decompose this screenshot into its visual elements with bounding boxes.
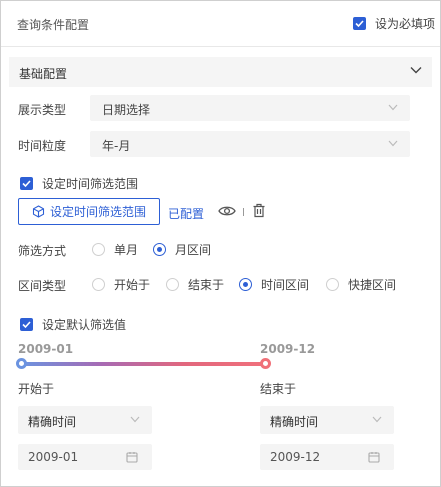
interval-option-time-range[interactable]: 时间区间 [239, 276, 309, 293]
radio-label: 结束于 [188, 278, 225, 292]
chevron-down-icon [372, 416, 382, 423]
interval-option-quick-range[interactable]: 快捷区间 [326, 276, 396, 293]
check-icon [355, 19, 364, 27]
time-range-checkbox-label: 设定时间筛选范围 [42, 177, 139, 191]
interval-type-label: 区间类型 [18, 279, 67, 293]
required-toggle[interactable]: 设为必填项 [353, 15, 435, 31]
set-time-range-button[interactable]: 设定时间筛选范围 [18, 198, 160, 225]
display-type-label: 展示类型 [18, 103, 67, 117]
panel-header: 查询条件配置 设为必填项 [1, 1, 440, 47]
calendar-icon [126, 452, 138, 463]
range-start-date: 2009-01 [18, 342, 74, 356]
required-label: 设为必填项 [375, 16, 436, 31]
radio-label: 时间区间 [261, 278, 310, 292]
default-filter-checkbox-label: 设定默认筛选值 [42, 318, 127, 332]
radio-label: 月区间 [175, 243, 212, 257]
radio-circle[interactable] [92, 243, 105, 256]
check-icon [22, 180, 31, 188]
panel-title: 查询条件配置 [17, 18, 90, 32]
filter-mode-option-single-month[interactable]: 单月 [92, 241, 138, 258]
start-date-input[interactable]: 2009-01 [18, 444, 152, 470]
start-mode-value: 精确时间 [28, 415, 77, 429]
eye-icon[interactable] [218, 204, 236, 218]
radio-circle[interactable] [166, 278, 179, 291]
default-filter-checkbox[interactable] [20, 318, 33, 331]
time-range-toggle[interactable]: 设定时间筛选范围 [20, 175, 138, 192]
date-range-slider[interactable] [16, 358, 271, 369]
chevron-down-icon [388, 104, 398, 111]
start-date-value: 2009-01 [28, 450, 79, 464]
end-date-value: 2009-12 [270, 450, 321, 464]
range-end-date: 2009-12 [260, 342, 316, 356]
granularity-value: 年-月 [102, 139, 131, 153]
interval-option-start-at[interactable]: 开始于 [92, 276, 150, 293]
radio-label: 开始于 [114, 278, 151, 292]
configured-status: 已配置 [168, 207, 205, 221]
display-type-value: 日期选择 [102, 103, 151, 117]
granularity-select[interactable]: 年-月 [90, 131, 410, 157]
chevron-down-icon [130, 416, 140, 423]
trash-icon[interactable] [252, 203, 266, 218]
end-date-input[interactable]: 2009-12 [260, 444, 394, 470]
radio-label: 快捷区间 [348, 278, 397, 292]
radio-circle[interactable] [326, 278, 339, 291]
end-label: 结束于 [260, 382, 297, 396]
required-checkbox[interactable] [353, 16, 366, 30]
end-mode-value: 精确时间 [270, 415, 319, 429]
section-title: 基础配置 [19, 67, 68, 81]
radio-circle[interactable] [92, 278, 105, 291]
chevron-down-icon [388, 140, 398, 147]
cube-icon [32, 205, 45, 218]
radio-circle-selected[interactable] [153, 243, 166, 256]
start-mode-select[interactable]: 精确时间 [18, 406, 152, 434]
check-icon [22, 321, 31, 329]
filter-mode-option-month-range[interactable]: 月区间 [153, 241, 211, 258]
chevron-down-icon[interactable] [410, 66, 422, 74]
radio-label: 单月 [114, 243, 139, 257]
basic-config-section[interactable]: 基础配置 [9, 57, 432, 87]
set-time-range-label: 设定时间筛选范围 [49, 205, 146, 219]
query-condition-panel: 查询条件配置 设为必填项 基础配置 展示类型 日期选择 时间粒度 年-月 设定时… [0, 0, 441, 487]
granularity-label: 时间粒度 [18, 139, 67, 153]
display-type-select[interactable]: 日期选择 [90, 95, 410, 121]
default-filter-toggle[interactable]: 设定默认筛选值 [20, 316, 126, 333]
start-label: 开始于 [18, 382, 55, 396]
slider-end-handle[interactable] [260, 358, 271, 369]
filter-mode-label: 筛选方式 [18, 244, 67, 258]
end-mode-select[interactable]: 精确时间 [260, 406, 394, 434]
divider [243, 208, 244, 216]
interval-option-end-at[interactable]: 结束于 [166, 276, 224, 293]
slider-start-handle[interactable] [16, 358, 27, 369]
radio-circle-selected[interactable] [239, 278, 252, 291]
time-range-checkbox[interactable] [20, 177, 33, 190]
calendar-icon [368, 452, 380, 463]
